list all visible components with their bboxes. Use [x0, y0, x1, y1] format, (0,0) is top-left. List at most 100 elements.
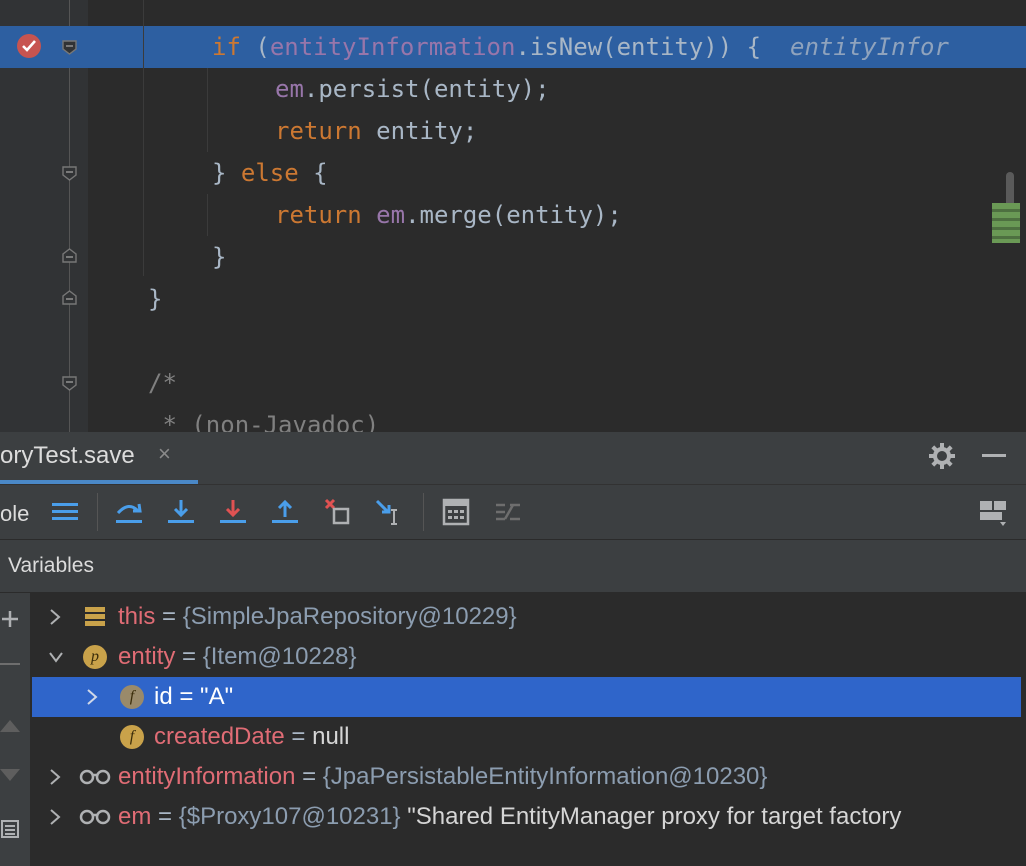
scrollbar-change-marker[interactable] [992, 203, 1020, 243]
paren: ( [255, 33, 270, 61]
code-brace: } [212, 159, 241, 187]
toolbar-separator [423, 493, 424, 531]
debugger-toolbar: ole [0, 485, 1026, 540]
watch-icon [79, 809, 111, 825]
keyword-return: return [275, 117, 362, 145]
parameter-icon: p [83, 645, 107, 669]
keyword-return: return [275, 201, 362, 229]
force-step-into-icon[interactable] [218, 497, 248, 527]
variable-name: this [118, 603, 156, 630]
run-to-cursor-icon[interactable] [374, 497, 404, 527]
fold-toggle-icon[interactable] [62, 40, 77, 55]
indent-guide [207, 194, 208, 236]
code-line-if[interactable]: if (entityInformation.isNew(entity)) { e… [0, 26, 1026, 68]
drop-frame-icon[interactable] [322, 497, 352, 527]
fold-toggle-icon[interactable] [62, 376, 77, 391]
chevron-right-icon[interactable] [48, 797, 64, 837]
code-brace: } [212, 243, 227, 271]
chevron-down-icon[interactable] [48, 637, 64, 677]
fold-end-icon[interactable] [62, 248, 77, 263]
step-into-icon[interactable] [166, 497, 196, 527]
breakpoint-icon[interactable] [17, 34, 41, 58]
field-icon: f [120, 685, 144, 709]
gear-icon[interactable] [928, 442, 956, 470]
fold-end-icon[interactable] [62, 290, 77, 305]
code-line-return[interactable]: return entity; [0, 110, 1026, 152]
toolbar-separator [97, 493, 98, 531]
code-line-persist[interactable]: em.persist(entity); [0, 68, 1026, 110]
indent-guide [207, 68, 208, 152]
variable-row-this[interactable]: this = {SimpleJpaRepository@10229} [31, 597, 1020, 637]
add-watch-icon[interactable] [0, 609, 20, 629]
chevron-right-icon[interactable] [85, 677, 101, 717]
comment-open: /* [148, 369, 177, 397]
console-tab-label[interactable]: ole [0, 501, 29, 527]
code-line-brace[interactable]: } [0, 236, 1026, 278]
move-down-icon[interactable] [0, 769, 20, 783]
chevron-right-icon[interactable] [48, 757, 64, 797]
keyword-if: if [212, 33, 241, 61]
field-icon: f [120, 725, 144, 749]
code-line-comment[interactable]: /* [0, 362, 1026, 404]
field-em: em [376, 201, 406, 229]
keyword-else: else [240, 159, 299, 187]
code-persist: .persist(entity); [303, 75, 550, 103]
code-brace: } [148, 285, 163, 313]
move-up-icon[interactable] [0, 718, 20, 732]
variable-value: "A" [200, 683, 234, 710]
watch-icon [79, 769, 111, 785]
code-return-entity: entity; [361, 117, 478, 145]
variable-value: {$Proxy107@10231} [178, 803, 401, 830]
evaluate-expression-icon[interactable] [441, 497, 471, 527]
code-merge: .merge(entity); [405, 201, 622, 229]
variable-string-value: "Shared EntityManager proxy for target f… [400, 803, 902, 830]
variable-value: {SimpleJpaRepository@10229} [182, 603, 517, 630]
code-line-brace[interactable]: } [0, 278, 1026, 320]
trace-stream-icon[interactable] [493, 497, 523, 527]
variables-side-toolbar [0, 593, 31, 866]
code-editor[interactable]: if (entityInformation.isNew(entity)) { e… [0, 0, 1026, 432]
variables-tree: this = {SimpleJpaRepository@10229} p ent… [31, 593, 1026, 866]
debug-session-tab[interactable]: oryTest.save [0, 442, 135, 470]
comment-javadoc: * (non-Javadoc) [148, 411, 380, 432]
minimize-icon[interactable] [982, 454, 1006, 457]
variable-name: entityInformation [118, 763, 296, 790]
close-tab-icon[interactable]: × [158, 441, 171, 467]
debug-tab-bar: oryTest.save × [0, 432, 1026, 485]
variable-row-id[interactable]: f id = "A" [32, 677, 1021, 717]
variable-name: entity [118, 643, 176, 670]
variable-row-entity[interactable]: p entity = {Item@10228} [31, 637, 1020, 677]
inline-value-hint: entityInfor [790, 33, 949, 61]
layout-options-icon[interactable] [978, 497, 1008, 527]
code-isNew: .isNew(entity)) { [515, 33, 762, 61]
code-line-comment[interactable]: * (non-Javadoc) [0, 404, 1026, 432]
variable-value: null [312, 723, 350, 750]
field-list-icon [85, 607, 105, 626]
variable-row-em[interactable]: em = {$Proxy107@10231} "Shared EntityMan… [31, 797, 1020, 837]
variables-header: Variables [0, 540, 1026, 593]
step-out-icon[interactable] [270, 497, 300, 527]
code-open-brace: { [298, 159, 328, 187]
active-tab-indicator [0, 480, 198, 484]
equals-sign: = [155, 603, 183, 630]
remove-watch-icon[interactable] [0, 663, 20, 665]
variable-name: id [154, 683, 173, 710]
show-frames-icon[interactable] [50, 497, 80, 527]
variable-row-createdDate[interactable]: f createdDate = null [31, 717, 1020, 757]
code-line-merge[interactable]: return em.merge(entity); [0, 194, 1026, 236]
field-em: em [275, 75, 304, 103]
variable-value: {JpaPersistableEntityInformation@10230} [322, 763, 768, 790]
field-entityInformation: entityInformation [269, 33, 516, 61]
equals-sign: = [175, 643, 203, 670]
indent-guide [143, 0, 144, 276]
step-over-icon[interactable] [114, 497, 144, 527]
variable-row-entityInformation[interactable]: entityInformation = {JpaPersistableEntit… [31, 757, 1020, 797]
fold-toggle-icon[interactable] [62, 166, 77, 181]
variable-name: createdDate [154, 723, 285, 750]
equals-sign: = [151, 803, 179, 830]
variable-name: em [118, 803, 152, 830]
copy-icon[interactable] [0, 817, 20, 839]
code-line-else[interactable]: } else { [0, 152, 1026, 194]
chevron-right-icon[interactable] [48, 597, 64, 637]
equals-sign: = [172, 683, 201, 710]
